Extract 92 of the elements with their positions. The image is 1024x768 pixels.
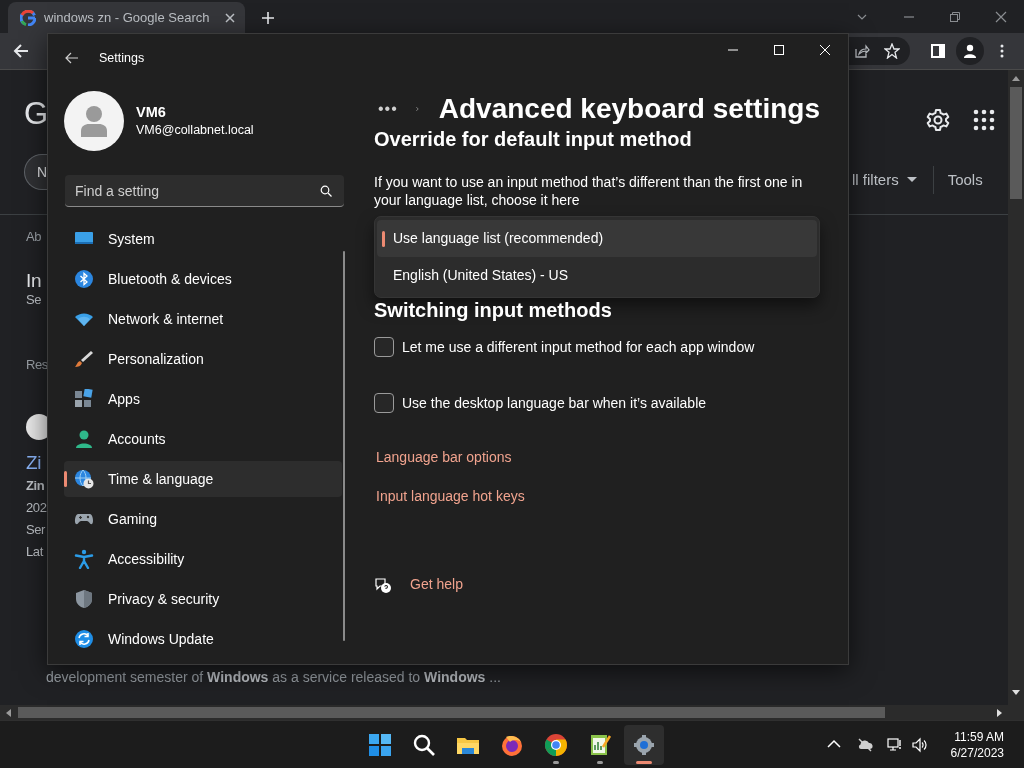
tools-button[interactable]: Tools bbox=[947, 168, 983, 192]
browser-tab[interactable]: windows zn - Google Search bbox=[8, 2, 245, 33]
restore-icon bbox=[949, 10, 961, 23]
page-text: Ab bbox=[26, 229, 43, 245]
scroll-bar[interactable] bbox=[0, 705, 1024, 720]
section-heading: Switching input methods bbox=[374, 298, 613, 322]
sidebar-icon bbox=[930, 43, 946, 59]
network-icon bbox=[886, 736, 903, 753]
close-icon bbox=[995, 10, 1007, 23]
nav-item[interactable]: System bbox=[64, 221, 342, 257]
page-text: Ser bbox=[26, 522, 47, 538]
help-link[interactable]: Get help bbox=[408, 574, 463, 595]
favicon-icon bbox=[20, 9, 36, 26]
scroll-bar[interactable] bbox=[343, 251, 345, 641]
apps-grid-icon bbox=[972, 108, 996, 132]
cloud-off-icon bbox=[856, 736, 873, 753]
dropdown-option[interactable]: Use language list (recommended) bbox=[377, 220, 817, 257]
filter-chip[interactable]: N bbox=[24, 154, 47, 190]
filters-button[interactable]: ll filters bbox=[852, 168, 917, 192]
person-icon bbox=[74, 429, 94, 449]
settings-button[interactable] bbox=[926, 108, 950, 132]
user-email: VM6@collabnet.local bbox=[136, 122, 254, 139]
back-arrow-icon bbox=[13, 43, 29, 59]
close-icon bbox=[225, 12, 235, 23]
chrome-icon bbox=[544, 732, 568, 757]
page-text: In bbox=[26, 270, 43, 292]
close-icon bbox=[820, 45, 830, 55]
star-icon bbox=[884, 43, 900, 59]
page-text: 202 bbox=[26, 500, 47, 516]
checkbox-label: Let me use a different input method for each app window bbox=[402, 337, 755, 357]
nav-item[interactable]: Accounts bbox=[64, 421, 342, 457]
page-text: Res bbox=[26, 357, 47, 373]
nav-item[interactable]: Gaming bbox=[64, 501, 342, 537]
windows-logo-icon bbox=[368, 732, 392, 757]
user-name: VM6 bbox=[136, 103, 167, 121]
globe-clock-icon bbox=[74, 469, 94, 489]
nav-item[interactable]: Privacy & security bbox=[64, 581, 342, 617]
nav-item[interactable]: Windows Update bbox=[64, 621, 342, 657]
paintbrush-icon bbox=[74, 349, 94, 369]
address-bar[interactable] bbox=[848, 37, 910, 65]
profile-icon bbox=[962, 43, 978, 59]
caret-down-icon bbox=[906, 177, 917, 183]
nav-item[interactable]: Network & internet bbox=[64, 301, 342, 337]
window-title: Settings bbox=[99, 49, 145, 67]
help-icon bbox=[374, 575, 392, 594]
nav-item[interactable]: Personalization bbox=[64, 341, 342, 377]
settings-icon bbox=[926, 108, 950, 132]
back-button[interactable] bbox=[65, 51, 79, 65]
checkbox-label: Use the desktop language bar when it’s available bbox=[402, 393, 707, 413]
clock-button[interactable]: 11:59 AM 6/27/2023 bbox=[950, 728, 1004, 761]
page-text: Lat bbox=[26, 544, 45, 560]
plus-icon bbox=[262, 12, 274, 24]
apps-icon bbox=[74, 389, 94, 409]
maximize-icon bbox=[774, 45, 784, 55]
section-description: If you want to use an input method that’s different than the first one in your language list, choose it here bbox=[374, 173, 804, 209]
scroll-bar[interactable] bbox=[1008, 70, 1024, 705]
page-text: Zin bbox=[26, 478, 46, 494]
result-link[interactable]: Zi bbox=[26, 452, 47, 474]
nav-item[interactable]: Time & language bbox=[64, 461, 342, 497]
taskbar-button[interactable] bbox=[624, 724, 664, 765]
share-icon bbox=[854, 43, 870, 59]
nav-item[interactable]: Bluetooth & devices bbox=[64, 261, 342, 297]
nav-item[interactable]: Accessibility bbox=[64, 541, 342, 577]
shield-icon bbox=[74, 589, 94, 609]
page-text: Se bbox=[26, 292, 43, 308]
update-icon bbox=[74, 629, 94, 649]
gear-icon bbox=[632, 732, 656, 757]
search-icon bbox=[320, 185, 332, 197]
link[interactable]: Language bar options bbox=[374, 447, 512, 468]
page-title: Advanced keyboard settings bbox=[438, 92, 820, 126]
logo-text: G bbox=[24, 98, 49, 129]
link[interactable]: Input language hot keys bbox=[374, 486, 525, 507]
person-icon bbox=[79, 105, 109, 137]
breadcrumb-overflow-button[interactable]: ••• bbox=[374, 97, 402, 121]
dropdown-option[interactable]: English (United States) - US bbox=[377, 257, 817, 294]
back-arrow-icon bbox=[65, 52, 79, 64]
nav-item[interactable]: Apps bbox=[64, 381, 342, 417]
close-button[interactable] bbox=[225, 12, 235, 23]
apps-button[interactable] bbox=[972, 108, 996, 132]
search-field[interactable]: Find a setting bbox=[65, 175, 344, 207]
checkbox[interactable] bbox=[374, 393, 394, 413]
checkbox[interactable] bbox=[374, 337, 394, 357]
section-heading: Override for default input method bbox=[374, 127, 693, 151]
back-button[interactable] bbox=[13, 43, 29, 59]
search-icon bbox=[412, 732, 436, 757]
volume-icon bbox=[910, 736, 927, 753]
bluetooth-icon bbox=[74, 269, 94, 289]
profile-button[interactable] bbox=[956, 37, 984, 65]
accessibility-icon bbox=[74, 549, 94, 569]
result-snippet: development semester of Windows as a service released to Windows ... bbox=[45, 668, 502, 687]
new-tab-button[interactable] bbox=[262, 12, 274, 24]
notepad-icon bbox=[588, 732, 612, 757]
